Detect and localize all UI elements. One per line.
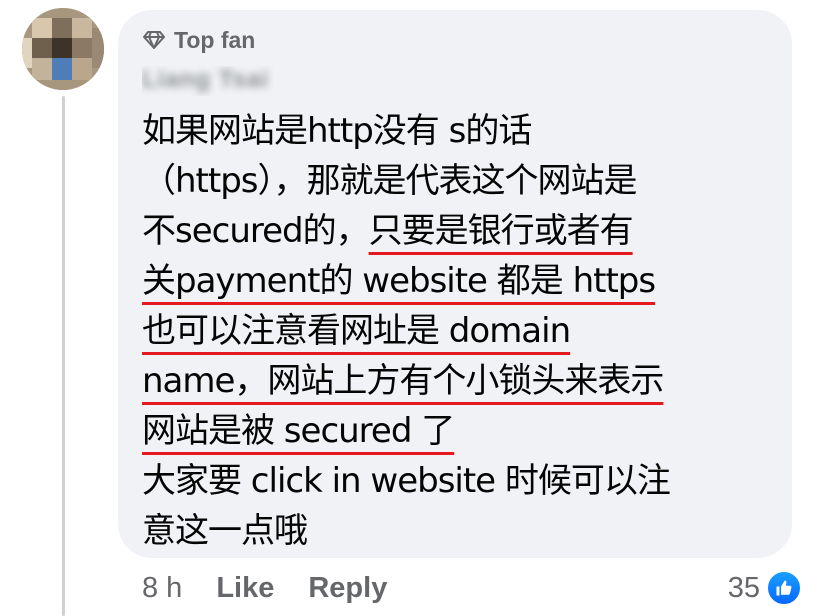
comment-line: 不secured的，只要是银行或者有	[142, 206, 782, 256]
comment-line: name，网站上方有个小锁头来表示	[142, 356, 782, 406]
author-name-text: Liang Tsai	[142, 66, 269, 93]
reaction-count: 35	[727, 571, 760, 604]
comment-segment-underlined: name，网站上方有个小锁头来表示	[142, 361, 664, 401]
comment-segment-underlined: 也可以注意看网址是 domain	[142, 311, 571, 351]
comment-line: 也可以注意看网址是 domain	[142, 306, 782, 356]
comment-line: 关payment的 website 都是 https	[142, 256, 782, 306]
comment-actions: 8 h Like Reply	[142, 566, 387, 610]
comment-text: 如果网站是http没有 s的话 （https），那就是代表这个网站是 不secu…	[142, 106, 782, 556]
avatar[interactable]	[22, 8, 104, 90]
thumbs-up-icon	[766, 570, 802, 606]
like-button[interactable]: Like	[216, 572, 274, 605]
thread-line	[62, 96, 65, 616]
comment-segment-underlined: 关payment的 website 都是 https	[142, 261, 656, 301]
comment-line: 意这一点哦	[142, 511, 308, 551]
reaction-summary[interactable]: 35	[728, 566, 802, 610]
comment-segment-underlined: 网站是被 secured 了	[142, 411, 455, 451]
comment-line: 如果网站是http没有 s的话	[142, 111, 532, 151]
comment-line: 大家要 click in website 时候可以注	[142, 461, 671, 501]
comment-line: （https），那就是代表这个网站是	[142, 161, 638, 201]
diamond-icon	[143, 31, 165, 49]
timestamp[interactable]: 8 h	[142, 572, 182, 605]
badge-label: Top fan	[174, 26, 256, 53]
comment-bubble: Top fan Liang Tsai 如果网站是http没有 s的话 （http…	[118, 10, 792, 558]
comment-segment: 不secured的，	[142, 211, 370, 251]
top-fan-badge: Top fan	[142, 24, 255, 56]
reply-button[interactable]: Reply	[308, 572, 387, 605]
author-name[interactable]: Liang Tsai	[142, 66, 338, 96]
comment-segment-underlined: 只要是银行或者有	[368, 211, 634, 251]
comment-line: 网站是被 secured 了	[142, 406, 782, 456]
